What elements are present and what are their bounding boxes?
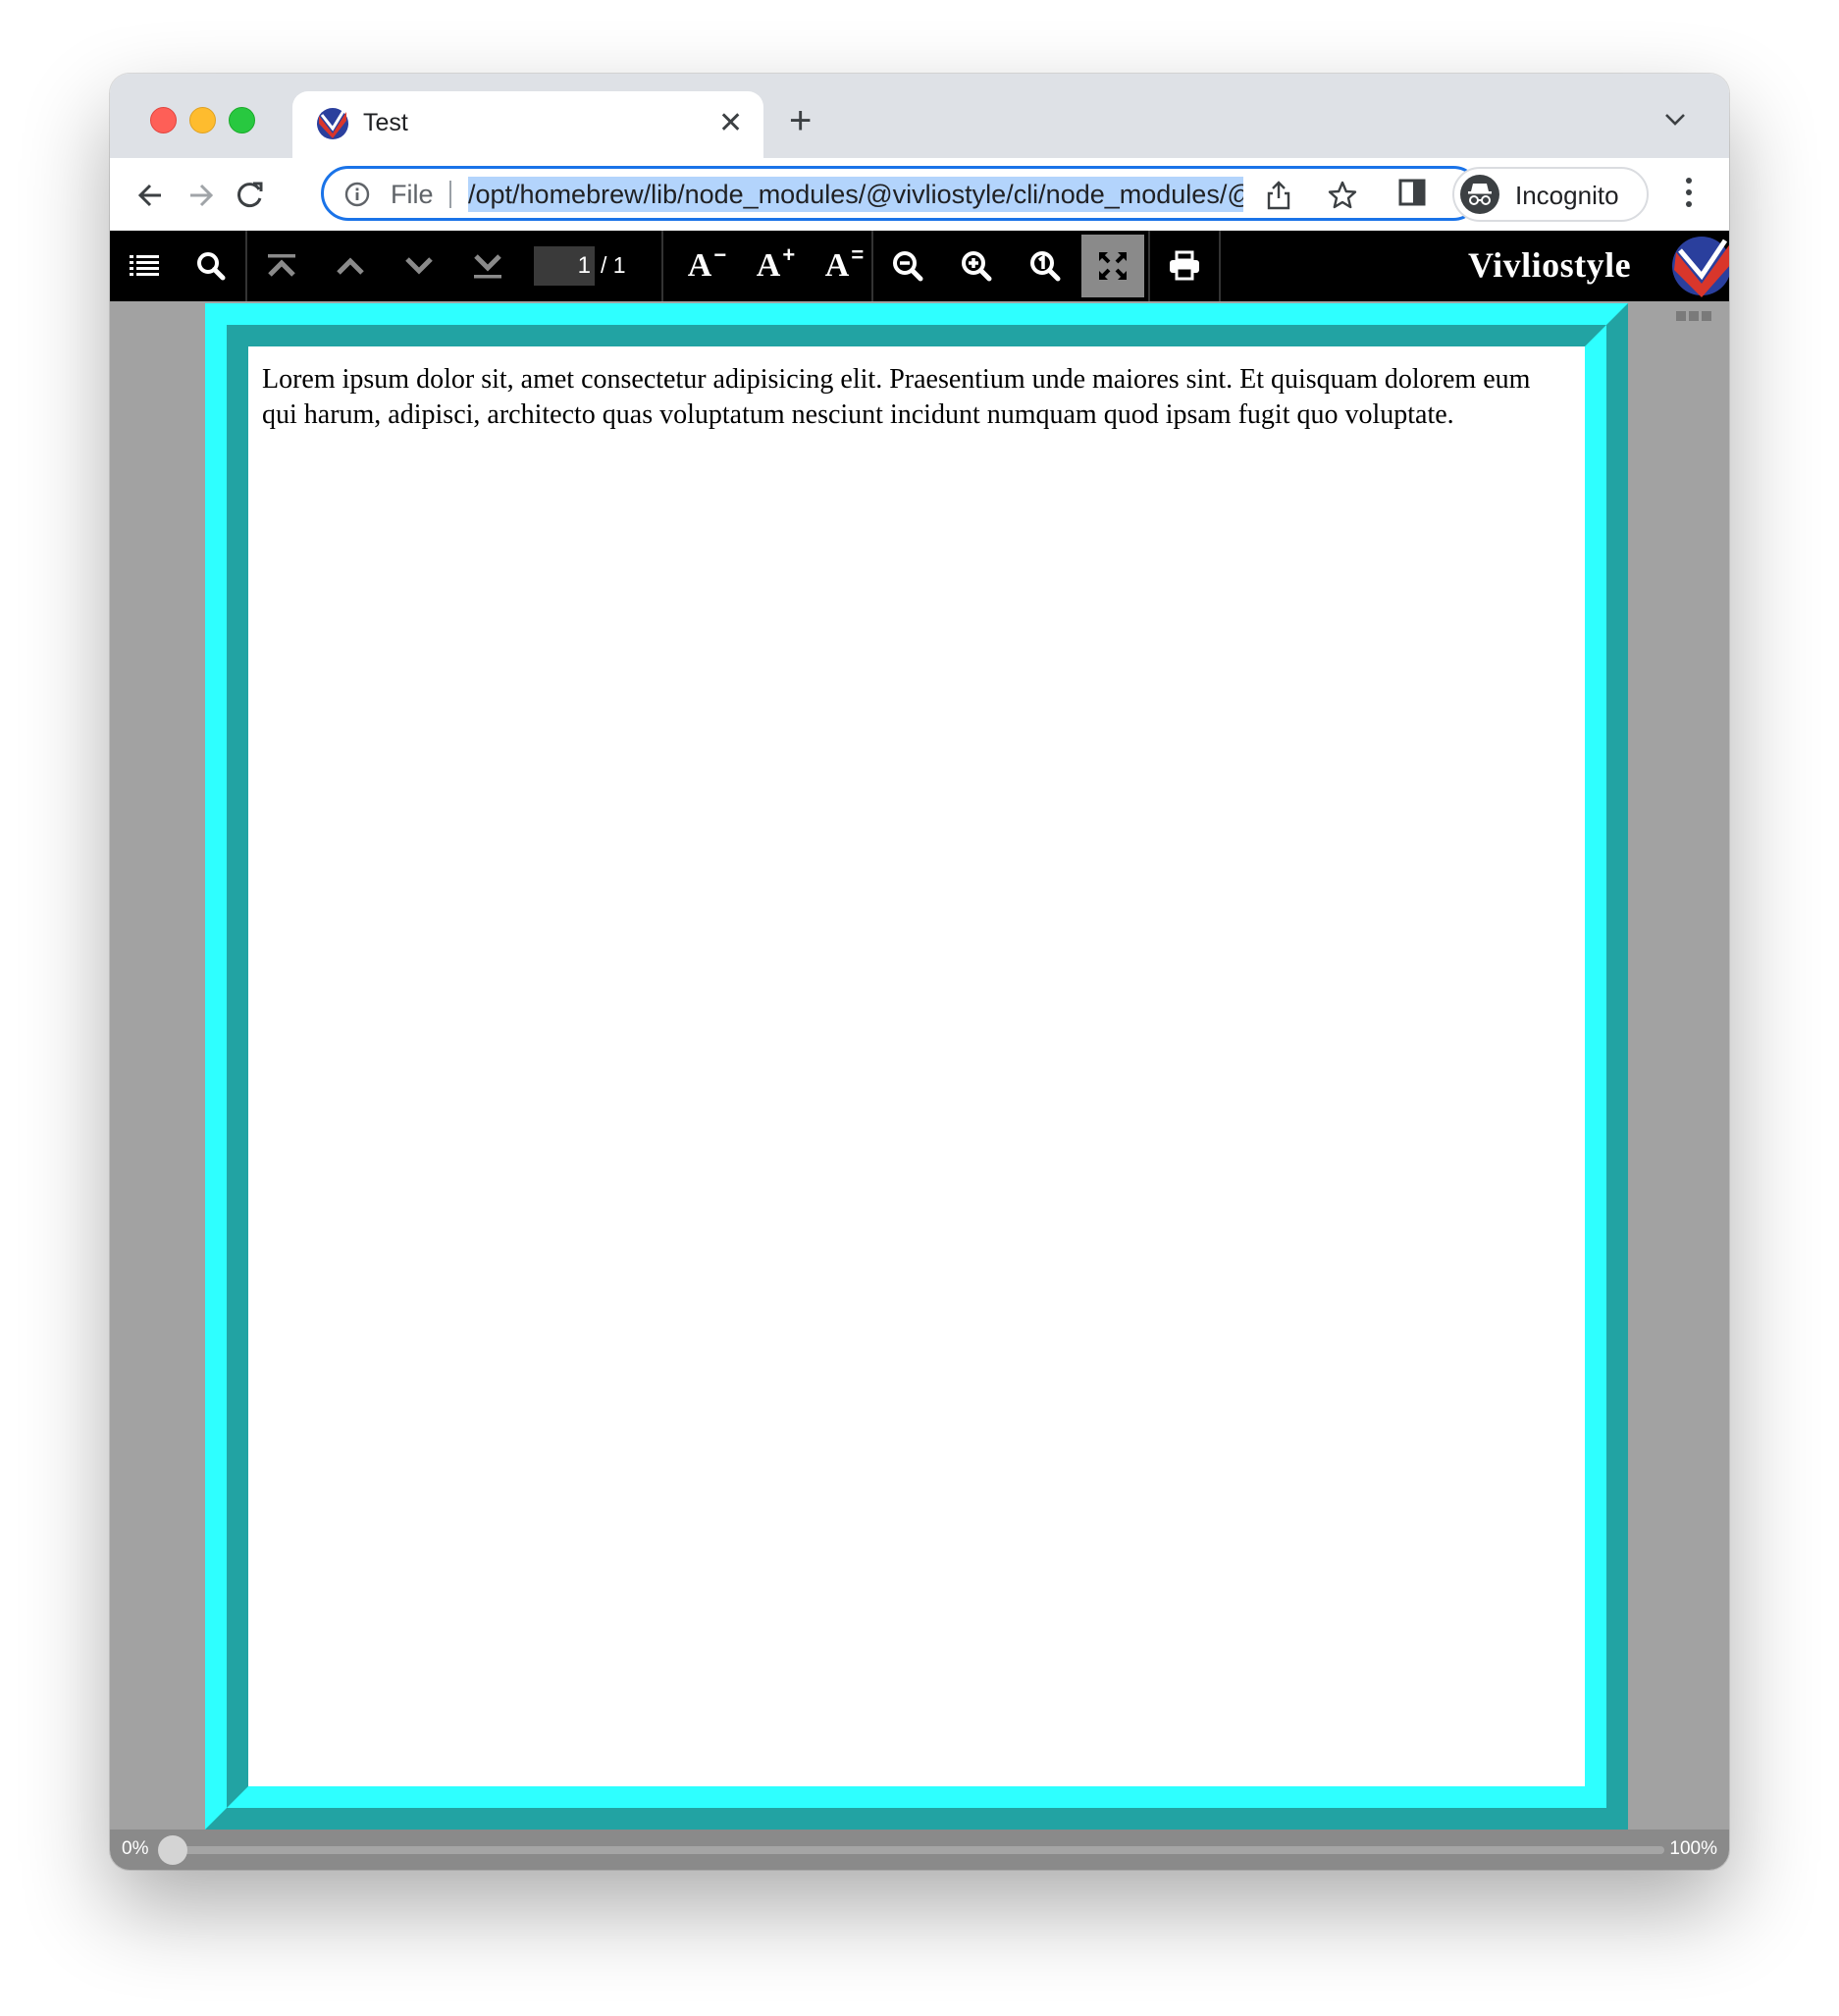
vivliostyle-logo-icon [1672,237,1729,297]
browser-menu-icon[interactable] [1684,176,1694,209]
document-viewport: Lorem ipsum dolor sit, amet consectetur … [110,301,1729,1830]
settings-menu-icon[interactable] [1676,311,1711,321]
url-text[interactable]: /opt/homebrew/lib/node_modules/@vivliost… [468,177,1243,212]
document-page: Lorem ipsum dolor sit, amet consectetur … [205,303,1628,1830]
progress-slider-thumb[interactable] [158,1835,187,1865]
font-size-decrease-icon: A − [687,242,727,284]
viewer-toolbar: 1 / 1 A − A + A = Vivliostyle [110,231,1729,301]
search-icon[interactable] [177,231,245,301]
fit-to-screen-icon[interactable] [1081,235,1144,297]
page-body-text: Lorem ipsum dolor sit, amet consectetur … [262,364,1531,430]
back-arrow-icon[interactable] [131,176,171,215]
side-panel-icon[interactable] [1397,178,1427,207]
browser-window: Test ✕ + File /opt/homebrew/lib/node_mod… [110,74,1729,1870]
incognito-profile-button[interactable]: Incognito [1452,167,1649,222]
progress-start-label: 0% [122,1838,149,1859]
profile-label: Incognito [1515,181,1619,210]
font-size-decrease-button[interactable]: A − [665,231,734,301]
scheme-label: File [391,180,434,209]
tab-search-chevron-icon[interactable] [1664,113,1686,127]
font-size-increase-icon: A + [756,242,796,284]
address-bar[interactable]: File /opt/homebrew/lib/node_modules/@viv… [321,166,1481,221]
font-size-reset-button[interactable]: A = [803,231,871,301]
minimize-window-button[interactable] [189,107,216,133]
progress-track[interactable] [173,1846,1664,1854]
next-page-icon[interactable] [385,231,453,301]
omnibox-divider [449,181,451,208]
toolbar-divider [661,231,663,301]
previous-page-icon[interactable] [316,231,385,301]
reading-progress-bar: 0% 100% [110,1830,1729,1870]
tab-title: Test [363,109,408,136]
first-page-icon[interactable] [247,231,316,301]
vivliostyle-favicon-icon [317,108,348,139]
zoom-out-icon[interactable] [873,231,942,301]
new-tab-icon[interactable]: + [789,101,812,140]
page-total: / 1 [601,252,626,278]
font-size-increase-button[interactable]: A + [734,231,803,301]
last-page-icon[interactable] [453,231,522,301]
toolbar-divider [1219,231,1221,301]
share-icon[interactable] [1266,180,1291,211]
print-icon[interactable] [1150,231,1219,301]
tab-strip: Test ✕ + [110,74,1729,158]
browser-toolbar: File /opt/homebrew/lib/node_modules/@viv… [110,158,1729,231]
forward-arrow-icon[interactable] [181,176,220,215]
vivliostyle-brand: Vivliostyle [1468,245,1632,285]
zoom-in-icon[interactable] [942,231,1011,301]
browser-tab[interactable]: Test ✕ [292,91,763,158]
font-size-reset-icon: A = [824,242,865,284]
bookmark-star-icon[interactable] [1327,180,1358,211]
page-number-input[interactable]: 1 [534,246,595,286]
toc-icon[interactable] [110,231,179,301]
tab-close-icon[interactable]: ✕ [718,105,743,142]
incognito-icon [1460,175,1499,214]
page-inner-border: Lorem ipsum dolor sit, amet consectetur … [227,325,1606,1808]
site-info-icon[interactable] [343,181,371,208]
zoom-actual-size-icon[interactable] [1011,231,1079,301]
reload-icon[interactable] [230,176,269,215]
close-window-button[interactable] [150,107,177,133]
progress-end-label: 100% [1669,1838,1717,1859]
maximize-window-button[interactable] [229,107,255,133]
